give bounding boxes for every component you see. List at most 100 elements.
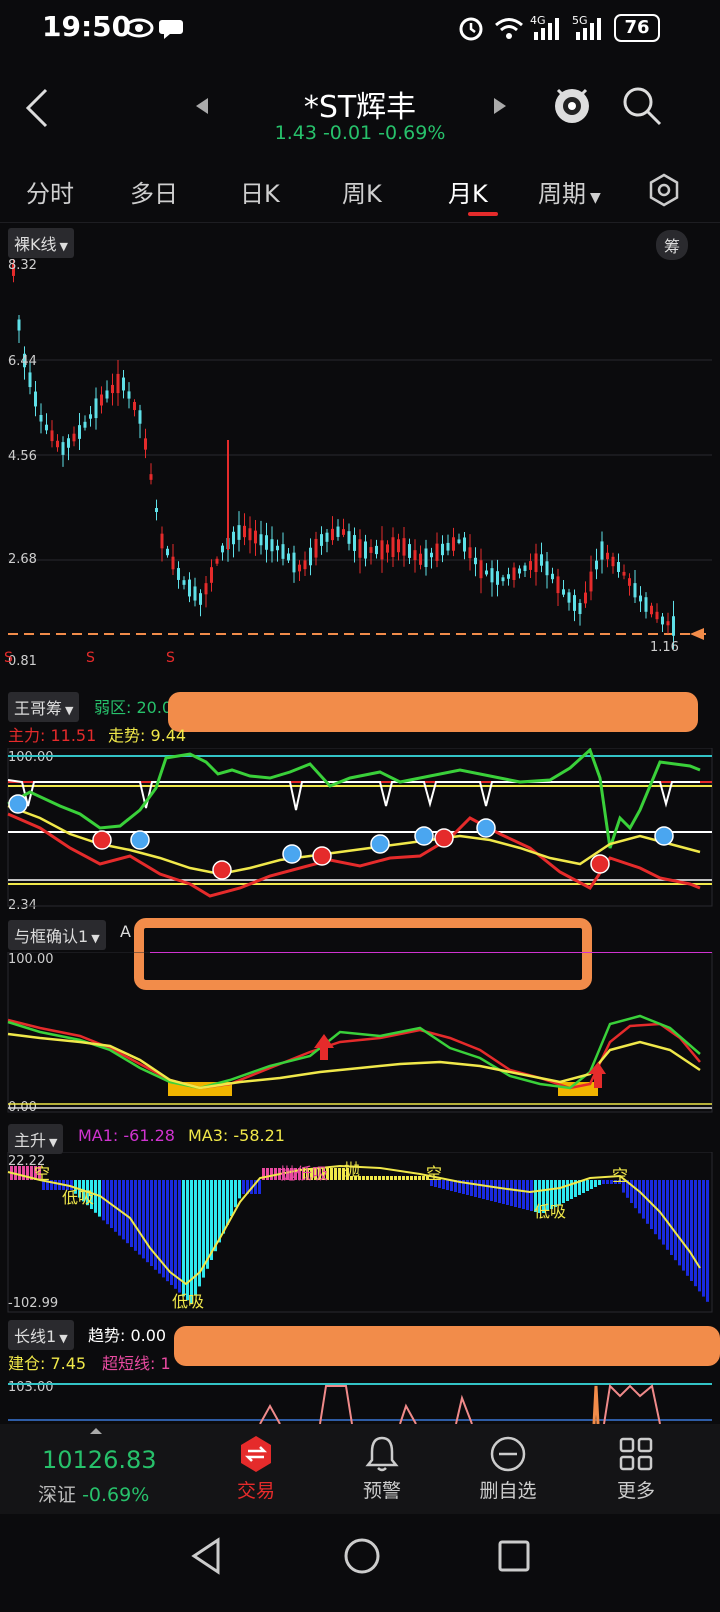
indicator2-chart[interactable]: [0, 952, 720, 1114]
histogram-bar: [98, 1180, 101, 1217]
caret-up-icon[interactable]: [88, 1426, 104, 1436]
candle: [562, 589, 565, 595]
histogram-bar: [518, 1180, 521, 1208]
histogram-bar: [522, 1180, 525, 1209]
candle: [584, 592, 587, 604]
indicator1-label: 王哥筹: [14, 699, 63, 718]
candle: [457, 539, 461, 544]
candle: [210, 567, 213, 583]
stock-title: *ST辉丰: [303, 90, 417, 125]
blue-signal-ball: [414, 826, 434, 846]
histogram-bar: [394, 1176, 397, 1180]
tab-monthly[interactable]: 月K: [448, 174, 488, 209]
nav-trade[interactable]: 交易: [196, 1432, 316, 1503]
kline-chart[interactable]: [0, 250, 720, 670]
tab-intraday[interactable]: 分时: [26, 174, 74, 209]
index-value[interactable]: 10126.83: [42, 1446, 157, 1474]
nav-trade-label: 交易: [236, 1480, 275, 1502]
histogram-bar: [602, 1180, 605, 1184]
candle: [551, 573, 554, 580]
indicator4-chart[interactable]: [0, 1380, 720, 1424]
histogram-bar: [190, 1180, 193, 1304]
histogram-bar: [182, 1180, 185, 1297]
histogram-bar: [206, 1180, 209, 1269]
svg-text:4G: 4G: [530, 14, 546, 27]
candle: [160, 533, 164, 549]
candle: [215, 558, 219, 564]
red-signal-ball: [212, 860, 232, 880]
histogram-bar: [382, 1176, 385, 1180]
indicator1-selector[interactable]: 王哥筹 ▼: [8, 692, 80, 722]
histogram-bar: [678, 1180, 681, 1266]
candle: [83, 421, 87, 428]
current-price-label: 1.16: [650, 640, 679, 655]
annotation: 空: [612, 1166, 629, 1185]
tab-multiday[interactable]: 多日: [130, 174, 178, 209]
histogram-bar: [378, 1176, 381, 1180]
histogram-bar: [502, 1180, 505, 1204]
system-nav-bar: [0, 1514, 720, 1612]
histogram-bar: [606, 1180, 609, 1184]
candle: [281, 544, 285, 559]
nav-alert[interactable]: 预警: [322, 1432, 442, 1503]
histogram-bar: [118, 1180, 121, 1236]
histogram-bar: [470, 1180, 473, 1196]
histogram-bar: [598, 1180, 601, 1185]
candle: [259, 534, 263, 546]
indicator3-selector[interactable]: 主升 ▼: [8, 1124, 64, 1154]
next-stock-icon[interactable]: [492, 96, 508, 116]
system-back-icon[interactable]: [188, 1536, 224, 1576]
blue-signal-ball: [130, 830, 150, 850]
candle: [111, 384, 114, 394]
y-label: 8.32: [8, 258, 37, 273]
search-icon[interactable]: [620, 84, 664, 128]
wifi-icon: [495, 18, 523, 39]
candle: [265, 535, 268, 550]
histogram-bar: [414, 1176, 417, 1180]
candle: [50, 430, 54, 442]
histogram-bar: [150, 1180, 153, 1266]
histogram-bar: [386, 1176, 389, 1180]
tab-period[interactable]: 周期 ▼: [538, 174, 601, 209]
candle: [446, 542, 450, 551]
indicator2-selector[interactable]: 与框确认1 ▼: [8, 920, 106, 950]
candle: [413, 550, 417, 561]
nav-remove-watchlist[interactable]: 删自选: [448, 1432, 568, 1503]
s-mark: S: [86, 650, 95, 666]
index-name[interactable]: 深证 -0.69%: [38, 1480, 149, 1507]
candle: [474, 557, 477, 565]
candle: [188, 579, 191, 597]
histogram-bars: [10, 1166, 709, 1304]
current-price-marker: [690, 628, 704, 640]
candle: [545, 561, 549, 576]
red-signal-ball: [92, 830, 112, 850]
system-recents-icon[interactable]: [496, 1538, 532, 1574]
mascot-icon[interactable]: [550, 80, 594, 132]
candle: [408, 544, 411, 558]
system-home-icon[interactable]: [342, 1536, 382, 1576]
candle: [507, 574, 510, 579]
s-mark: S: [4, 650, 13, 666]
settings-icon[interactable]: [646, 172, 682, 208]
weak-zone-value: 弱区: 20.0: [94, 698, 173, 717]
histogram-bar: [406, 1176, 409, 1180]
histogram-bar: [266, 1168, 269, 1180]
signal-balls: [8, 794, 674, 880]
candle: [248, 528, 252, 541]
indicator4-selector[interactable]: 长线1 ▼: [8, 1320, 74, 1350]
histogram-bar: [514, 1180, 517, 1207]
red-signal-ball: [590, 854, 610, 874]
indicator1-chart[interactable]: [0, 748, 720, 908]
histogram-bar: [390, 1176, 393, 1180]
histogram-bar: [674, 1180, 677, 1261]
histogram-bar: [638, 1180, 641, 1214]
nav-more[interactable]: 更多: [576, 1432, 696, 1503]
tab-daily[interactable]: 日K: [240, 174, 280, 209]
candle: [600, 541, 604, 560]
histogram-bar: [510, 1180, 513, 1206]
blue-signal-ball: [654, 826, 674, 846]
bottom-nav: 10126.83 深证 -0.69% 交易 预警 删自选 更多: [0, 1424, 720, 1514]
histogram-bar: [698, 1180, 701, 1292]
tab-weekly[interactable]: 周K: [342, 174, 382, 209]
candle: [133, 401, 136, 411]
